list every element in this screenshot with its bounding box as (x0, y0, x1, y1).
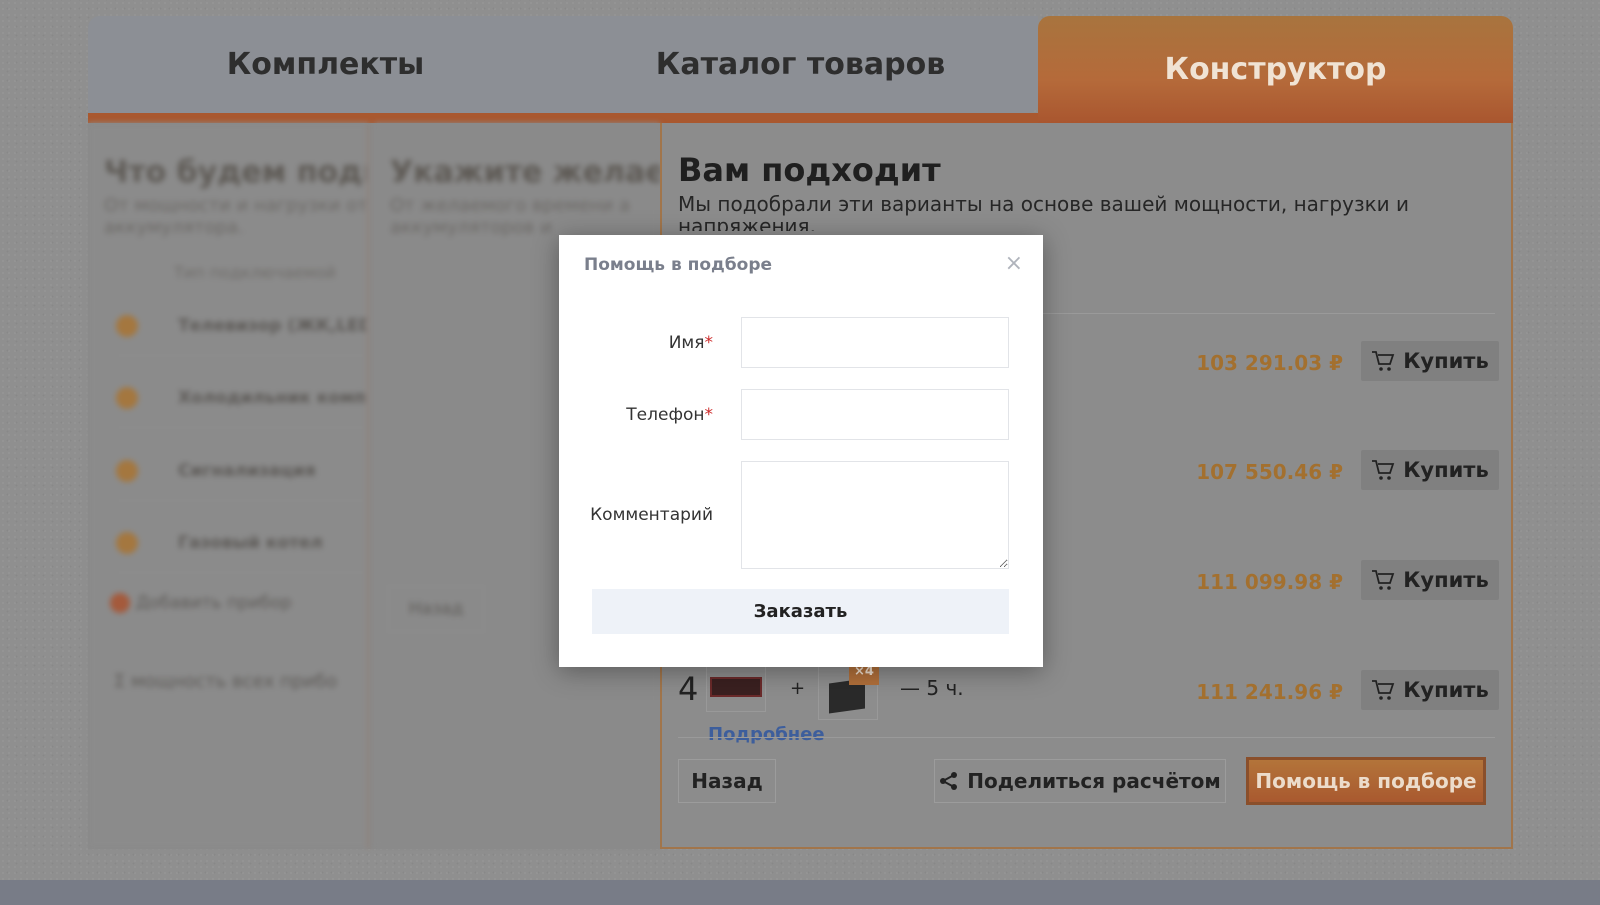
comment-label: Комментарий (590, 505, 713, 525)
device-label: Телевизор (ЖК,LED) (178, 315, 370, 336)
tab-bar: Комплекты Каталог товаров Конструктор (88, 16, 1513, 123)
buy-label: Купить (1403, 349, 1489, 373)
phone-field[interactable] (741, 389, 1009, 440)
help-selection-button[interactable]: Помощь в подборе (1246, 757, 1486, 805)
results-title: Вам подходит (678, 151, 941, 189)
runtime-hours: — 5 ч. (900, 676, 964, 700)
comment-field[interactable] (741, 461, 1009, 569)
footer-bar (0, 880, 1600, 905)
buy-button[interactable]: Купить (1361, 670, 1499, 710)
results-subtitle: Мы подобрали эти варианты на основе ваше… (678, 193, 1410, 231)
back-button[interactable]: Назад (678, 759, 776, 803)
cart-icon (1372, 351, 1395, 371)
plus-sign: + (790, 678, 806, 699)
buy-label: Купить (1403, 458, 1489, 482)
device-radio-icon[interactable] (116, 386, 138, 409)
inverter-icon (710, 677, 762, 697)
required-mark: * (704, 405, 714, 425)
add-device-label: Добавить прибор (136, 593, 292, 613)
modal-title: Помощь в подборе (584, 255, 773, 275)
tab-underline (88, 113, 1038, 123)
result-price: 111 099.98 ₽ (1196, 570, 1343, 594)
required-mark: * (704, 333, 714, 353)
order-button[interactable]: Заказать (592, 589, 1009, 634)
device-label: Холодильник компр (178, 387, 370, 408)
add-device-button[interactable]: Добавить прибор (110, 593, 292, 613)
buy-label: Купить (1403, 678, 1489, 702)
name-label: Имя* (669, 333, 713, 353)
help-modal: Помощь в подборе × Имя* Телефон* Коммент… (559, 235, 1043, 667)
devices-subtitle: От мощности и нагрузки от аккумулятора. (104, 195, 368, 238)
share-button[interactable]: Поделиться расчётом (934, 759, 1226, 803)
device-radio-icon[interactable] (116, 531, 138, 554)
buy-button[interactable]: Купить (1361, 450, 1499, 490)
add-icon (110, 593, 130, 613)
tab-kits[interactable]: Комплекты (88, 16, 563, 113)
bottom-divider (678, 737, 1495, 738)
device-row[interactable]: Сигнализация (116, 441, 366, 501)
buy-button[interactable]: Купить (1361, 341, 1499, 381)
result-index: 4 (678, 670, 699, 708)
cart-icon (1372, 570, 1395, 590)
result-price: 103 291.03 ₽ (1196, 351, 1343, 375)
result-price: 111 241.96 ₽ (1196, 680, 1343, 704)
buy-button[interactable]: Купить (1361, 560, 1499, 600)
time-back-button[interactable]: Назад (388, 586, 484, 632)
devices-title: Что будем подк (104, 155, 370, 190)
battery-image[interactable]: ×4 (818, 657, 879, 720)
cart-icon (1372, 460, 1395, 480)
device-type-label: Тип подключаемой (174, 263, 336, 282)
device-label: Сигнализация (178, 460, 316, 481)
devices-panel: Что будем подк От мощности и нагрузки от… (88, 123, 370, 849)
phone-label-text: Телефон (626, 405, 705, 425)
time-subtitle: От желаемого времени а аккумуляторов и (390, 195, 631, 238)
result-price: 107 550.46 ₽ (1196, 460, 1343, 484)
device-row[interactable]: Газовый котел (116, 513, 366, 573)
tab-constructor-label: Конструктор (1164, 52, 1387, 87)
tab-catalog[interactable]: Каталог товаров (563, 16, 1038, 113)
phone-label: Телефон* (626, 405, 713, 425)
name-field[interactable] (741, 317, 1009, 368)
result-row: 4 + ×4 — 5 ч. Подробнее 111 241.96 ₽ Куп… (662, 657, 1515, 745)
share-icon (940, 772, 958, 790)
buy-label: Купить (1403, 568, 1489, 592)
total-power: Σ мощность всех прибо (114, 671, 338, 692)
device-radio-icon[interactable] (116, 459, 138, 482)
tab-constructor[interactable]: Конструктор (1038, 16, 1513, 123)
tab-catalog-label: Каталог товаров (655, 47, 946, 82)
close-icon[interactable]: × (1005, 253, 1023, 275)
name-label-text: Имя (668, 333, 705, 353)
device-row[interactable]: Телевизор (ЖК,LED) (116, 296, 370, 356)
time-title: Укажите желае (390, 155, 660, 190)
device-radio-icon[interactable] (116, 314, 138, 337)
tab-kits-label: Комплекты (226, 47, 425, 82)
device-row[interactable]: Холодильник компр (116, 368, 370, 428)
share-label: Поделиться расчётом (967, 769, 1221, 793)
details-link[interactable]: Подробнее (708, 724, 825, 745)
inverter-image[interactable] (706, 662, 766, 712)
device-label: Газовый котел (178, 532, 323, 553)
cart-icon (1372, 680, 1395, 700)
